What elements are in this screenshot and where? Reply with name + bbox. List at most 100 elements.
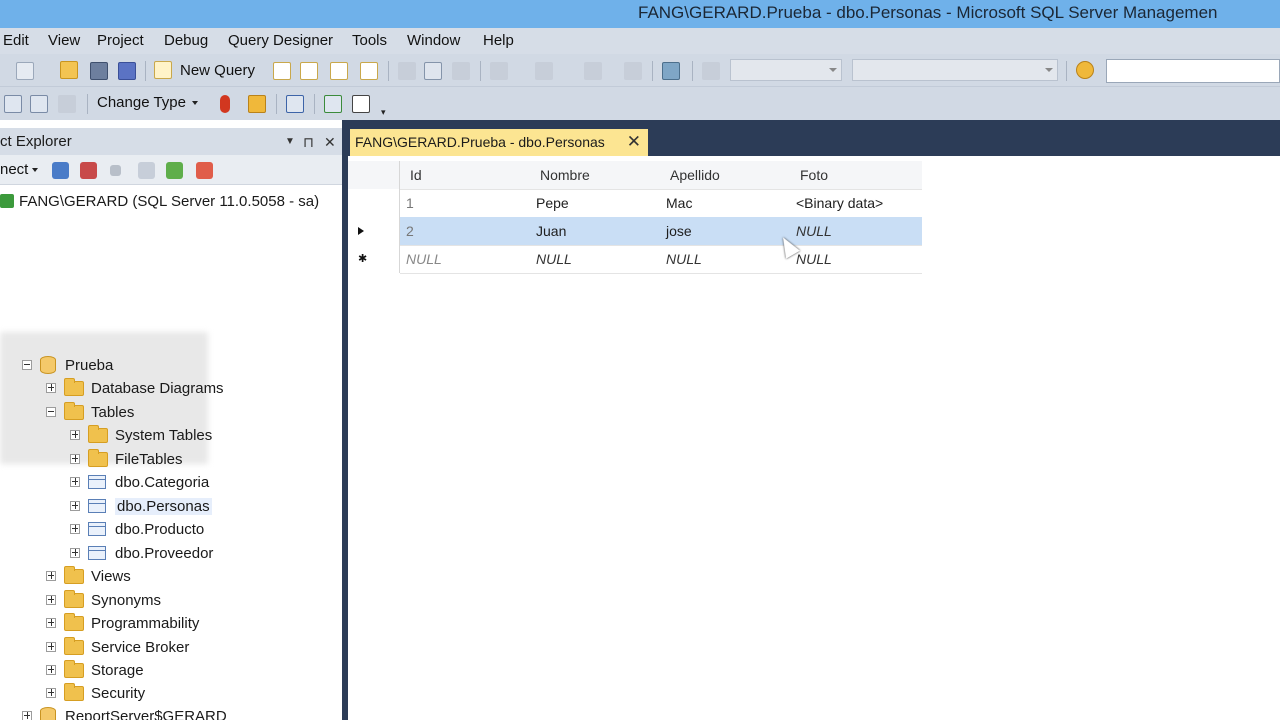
expand-icon[interactable] bbox=[46, 618, 56, 628]
start-debugging-icon[interactable] bbox=[702, 62, 720, 80]
undo-icon[interactable] bbox=[490, 62, 508, 80]
tree-item-dbo-categoria[interactable]: dbo.Categoria bbox=[70, 471, 209, 493]
open-file-icon[interactable] bbox=[60, 61, 78, 79]
tab-dbo-personas[interactable]: FANG\GERARD.Prueba - dbo.Personas ✕ bbox=[350, 129, 648, 156]
redo-icon[interactable] bbox=[535, 62, 553, 80]
column-header-foto[interactable]: Foto bbox=[796, 161, 922, 189]
tree-item-dbo-producto[interactable]: dbo.Producto bbox=[70, 518, 204, 540]
add-table-icon[interactable] bbox=[324, 95, 342, 113]
pin-icon[interactable]: ⊓ bbox=[303, 134, 314, 151]
tree-item-tables[interactable]: Tables bbox=[46, 401, 134, 423]
column-header-nombre[interactable]: Nombre bbox=[536, 161, 666, 189]
tree-item-system-tables[interactable]: System Tables bbox=[70, 424, 212, 446]
expand-icon[interactable] bbox=[46, 571, 56, 581]
close-tab-icon[interactable]: ✕ bbox=[627, 132, 641, 152]
cell-apellido[interactable]: Mac bbox=[662, 189, 792, 217]
show-sql-pane-icon[interactable] bbox=[30, 95, 48, 113]
show-diagram-pane-icon[interactable] bbox=[4, 95, 22, 113]
menu-project[interactable]: Project bbox=[97, 32, 144, 49]
cell-apellido[interactable]: jose bbox=[662, 217, 792, 245]
cell-foto[interactable]: NULL bbox=[792, 245, 922, 273]
tree-item-dbo-personas[interactable]: dbo.Personas bbox=[70, 495, 212, 517]
activity-monitor-icon[interactable] bbox=[662, 62, 680, 80]
expand-icon[interactable] bbox=[46, 665, 56, 675]
menu-tools[interactable]: Tools bbox=[352, 32, 387, 49]
cell-nombre[interactable]: Juan bbox=[532, 217, 662, 245]
group-by-icon[interactable] bbox=[286, 95, 304, 113]
expand-icon[interactable] bbox=[46, 383, 56, 393]
toolbar-overflow-icon[interactable]: ▾ bbox=[381, 107, 386, 118]
paste-icon[interactable] bbox=[452, 62, 470, 80]
tree-item-filetables[interactable]: FileTables bbox=[70, 448, 183, 470]
row-selector[interactable]: ✱ bbox=[348, 245, 400, 273]
dmx-query-icon[interactable] bbox=[330, 62, 348, 80]
expand-icon[interactable] bbox=[70, 548, 80, 558]
menu-edit[interactable]: Edit bbox=[3, 32, 29, 49]
navigate-backward-icon[interactable] bbox=[584, 62, 602, 80]
expand-icon[interactable] bbox=[70, 454, 80, 464]
connect-chevron-icon[interactable] bbox=[32, 168, 38, 172]
expand-icon[interactable] bbox=[70, 501, 80, 511]
menu-debug[interactable]: Debug bbox=[164, 32, 208, 49]
stop-icon[interactable] bbox=[110, 165, 121, 176]
disconnect-icon[interactable] bbox=[80, 162, 97, 179]
solution-configuration-dropdown[interactable] bbox=[730, 59, 842, 81]
refresh-icon[interactable] bbox=[166, 162, 183, 179]
find-in-files-icon[interactable] bbox=[1076, 61, 1094, 79]
row-selector[interactable] bbox=[348, 217, 400, 245]
tree-item-programmability[interactable]: Programmability bbox=[46, 612, 199, 634]
column-header-apellido[interactable]: Apellido bbox=[666, 161, 796, 189]
chevron-down-icon[interactable] bbox=[192, 101, 198, 105]
show-results-pane-icon[interactable] bbox=[58, 95, 76, 113]
execute-sql-icon[interactable] bbox=[220, 95, 230, 113]
close-panel-icon[interactable]: ✕ bbox=[324, 134, 336, 151]
expand-icon[interactable] bbox=[70, 524, 80, 534]
expand-icon[interactable] bbox=[70, 430, 80, 440]
tree-item-dbo-proveedor[interactable]: dbo.Proveedor bbox=[70, 542, 213, 564]
table-row[interactable]: 2 Juan jose NULL bbox=[348, 217, 922, 245]
xmla-query-icon[interactable] bbox=[360, 62, 378, 80]
menu-window[interactable]: Window bbox=[407, 32, 460, 49]
menu-view[interactable]: View bbox=[48, 32, 80, 49]
filter-icon[interactable] bbox=[138, 162, 155, 179]
tree-item-database-diagrams[interactable]: Database Diagrams bbox=[46, 377, 224, 399]
solution-platform-dropdown[interactable] bbox=[852, 59, 1058, 81]
collapse-icon[interactable] bbox=[22, 360, 32, 370]
tree-item-service-broker[interactable]: Service Broker bbox=[46, 636, 189, 658]
save-icon[interactable] bbox=[90, 62, 108, 80]
tree-item-storage[interactable]: Storage bbox=[46, 659, 144, 681]
cell-nombre[interactable]: NULL bbox=[532, 245, 662, 273]
table-row[interactable]: 1 Pepe Mac <Binary data> bbox=[348, 189, 922, 217]
menu-help[interactable]: Help bbox=[483, 32, 514, 49]
change-type-button[interactable]: Change Type bbox=[97, 94, 186, 111]
analysis-query-icon[interactable] bbox=[300, 62, 318, 80]
copy-icon[interactable] bbox=[424, 62, 442, 80]
collapse-icon[interactable] bbox=[46, 407, 56, 417]
navigate-forward-icon[interactable] bbox=[624, 62, 642, 80]
tree-item-reportserver[interactable]: ReportServer$GERARD bbox=[22, 705, 227, 720]
expand-icon[interactable] bbox=[46, 688, 56, 698]
tree-item-views[interactable]: Views bbox=[46, 565, 131, 587]
cell-id[interactable]: NULL bbox=[402, 245, 532, 273]
save-all-icon[interactable] bbox=[118, 62, 136, 80]
new-query-icon[interactable] bbox=[154, 61, 172, 79]
menu-query-designer[interactable]: Query Designer bbox=[228, 32, 333, 49]
new-row[interactable]: ✱ NULL NULL NULL NULL bbox=[348, 245, 922, 273]
tree-item-security[interactable]: Security bbox=[46, 682, 145, 704]
tree-item-prueba[interactable]: Prueba bbox=[22, 354, 113, 376]
cell-id[interactable]: 1 bbox=[402, 189, 532, 217]
database-engine-query-icon[interactable] bbox=[273, 62, 291, 80]
cell-foto[interactable]: <Binary data> bbox=[792, 189, 922, 217]
expand-icon[interactable] bbox=[70, 477, 80, 487]
new-project-icon[interactable] bbox=[16, 62, 34, 80]
column-header-id[interactable]: Id bbox=[406, 161, 536, 189]
find-input[interactable] bbox=[1106, 59, 1280, 83]
cut-icon[interactable] bbox=[398, 62, 416, 80]
new-query-button[interactable]: New Query bbox=[180, 62, 255, 79]
row-selector[interactable] bbox=[348, 189, 400, 217]
connect-object-explorer-icon[interactable] bbox=[52, 162, 69, 179]
cell-apellido[interactable]: NULL bbox=[662, 245, 792, 273]
connect-button[interactable]: nect bbox=[0, 161, 28, 178]
select-all-cell[interactable] bbox=[348, 161, 400, 189]
tree-item-synonyms[interactable]: Synonyms bbox=[46, 589, 161, 611]
